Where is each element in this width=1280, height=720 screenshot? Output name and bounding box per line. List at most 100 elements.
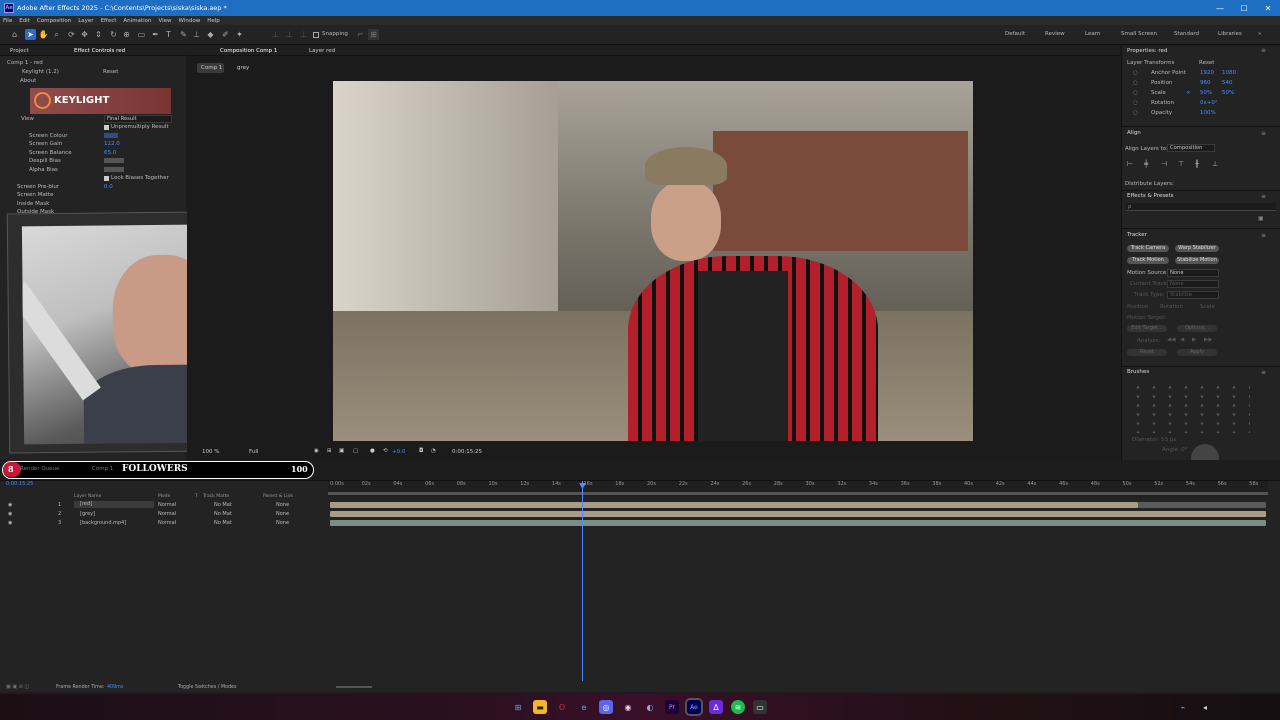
premiere-icon[interactable]: Pr xyxy=(665,700,679,714)
anchor-point-stopwatch-icon[interactable]: ◌ xyxy=(1133,70,1138,76)
visibility-eye-icon[interactable]: ◉ xyxy=(8,520,12,526)
workspace-small-screen[interactable]: Small Screen xyxy=(1121,31,1157,37)
region-icon[interactable]: ▢ xyxy=(353,448,358,454)
composition-frame[interactable] xyxy=(333,81,973,441)
track-type-dropdown[interactable]: Stabilize xyxy=(1167,291,1219,299)
workspace-libraries[interactable]: Libraries xyxy=(1218,31,1242,37)
align-left-icon[interactable]: ⊢ xyxy=(1127,160,1133,168)
menu-file[interactable]: File xyxy=(3,18,12,24)
analyze-forward-icon[interactable]: ▶▶ xyxy=(1204,337,1212,343)
screen-preblur-value[interactable]: 0.0 xyxy=(104,184,113,190)
view-axis-icon[interactable]: ⊥ xyxy=(298,29,309,40)
exposure-value[interactable]: +0.0 xyxy=(392,449,405,455)
tray-volume-icon[interactable]: ◂ xyxy=(1198,700,1212,714)
rectangle-tool-icon[interactable]: ▭ xyxy=(136,29,147,40)
menu-layer[interactable]: Layer xyxy=(78,18,93,24)
rotation-checkbox[interactable]: Rotation xyxy=(1160,304,1183,310)
menu-effect[interactable]: Effect xyxy=(101,18,117,24)
warp-stabilizer-button[interactable]: Warp Stabilizer xyxy=(1175,245,1219,252)
transforms-reset-link[interactable]: Reset xyxy=(1199,60,1214,66)
visibility-eye-icon[interactable]: ◉ xyxy=(8,511,12,517)
opacity-stopwatch-icon[interactable]: ◌ xyxy=(1133,110,1138,116)
position-stopwatch-icon[interactable]: ◌ xyxy=(1133,80,1138,86)
terminal-icon[interactable]: ▭ xyxy=(753,700,767,714)
clone-stamp-icon[interactable]: ⊥ xyxy=(191,29,202,40)
effect-name[interactable]: Keylight (1.2) xyxy=(22,69,59,75)
panel-menu-icon[interactable]: ≡ xyxy=(1261,369,1266,376)
about-group[interactable]: About xyxy=(20,78,36,84)
motion-source-dropdown[interactable]: None xyxy=(1167,269,1219,277)
work-area-bar[interactable] xyxy=(328,492,1268,495)
workspace-learn[interactable]: Learn xyxy=(1085,31,1100,37)
align-top-icon[interactable]: ⊤ xyxy=(1178,160,1184,168)
spotify-icon[interactable]: ≋ xyxy=(731,700,745,714)
snap-option-icon[interactable]: ⌐ xyxy=(355,29,366,40)
layer-mode[interactable]: Normal xyxy=(158,520,176,526)
tab-effect-controls[interactable]: Effect Controls red xyxy=(74,48,125,54)
tracker-reset-button[interactable]: Reset xyxy=(1127,349,1167,356)
minimize-button[interactable]: — xyxy=(1208,0,1232,16)
show-snapshot-icon[interactable]: ◔ xyxy=(431,448,436,454)
layer-mode[interactable]: Normal xyxy=(158,502,176,508)
align-bottom-icon[interactable]: ⊥ xyxy=(1212,160,1218,168)
rotation-tool-icon[interactable]: ↻ xyxy=(108,29,119,40)
timeline-timecode[interactable]: 0:00:15:25 xyxy=(6,481,33,487)
resolution-dropdown[interactable]: Full xyxy=(249,449,258,455)
brush-presets-grid[interactable] xyxy=(1130,383,1250,433)
screen-colour-swatch[interactable] xyxy=(104,133,118,138)
tab-project[interactable]: Project xyxy=(10,48,29,54)
layer-bar-red-tail[interactable] xyxy=(1138,502,1266,508)
panel-menu-icon[interactable]: ≡ xyxy=(1261,130,1266,137)
tracker-apply-button[interactable]: Apply xyxy=(1177,349,1217,356)
camera-icon[interactable]: ◘ xyxy=(419,448,423,454)
brush-tool-icon[interactable]: ✎ xyxy=(178,29,189,40)
pen-tool-icon[interactable]: ✒ xyxy=(150,29,161,40)
menu-animation[interactable]: Animation xyxy=(123,18,151,24)
position-y[interactable]: 540 xyxy=(1222,80,1233,86)
layer-track-matte[interactable]: No Mat xyxy=(214,511,232,517)
breadcrumb-grey[interactable]: grey xyxy=(237,65,249,71)
mask-visibility-icon[interactable]: ▣ xyxy=(339,448,344,454)
screen-matte-group[interactable]: Screen Matte xyxy=(17,192,53,198)
align-axis-icon[interactable]: ⊥ xyxy=(270,29,281,40)
layer-mode[interactable]: Normal xyxy=(158,511,176,517)
windows-icon[interactable]: ⊞ xyxy=(511,700,525,714)
playhead[interactable] xyxy=(582,481,583,681)
layer-track-matte[interactable]: No Mat xyxy=(214,520,232,526)
layer-name[interactable]: [red] xyxy=(74,501,154,508)
analyze-forward-frame-icon[interactable]: ▶ xyxy=(1192,337,1196,343)
layer-bar-background[interactable] xyxy=(330,520,1266,526)
alpha-bias-swatch[interactable] xyxy=(104,167,124,172)
scale-checkbox[interactable]: Scale xyxy=(1200,304,1215,310)
position-checkbox[interactable]: Position xyxy=(1127,304,1148,310)
tab-layer[interactable]: Layer red xyxy=(309,48,335,54)
toggle-switches-button[interactable]: Toggle Switches / Modes xyxy=(178,685,237,690)
layer-bar-grey[interactable] xyxy=(330,511,1266,517)
scale-y[interactable]: 50% xyxy=(1222,90,1234,96)
timeline-zoom-slider[interactable] xyxy=(336,686,372,688)
scale-link-icon[interactable]: ∞ xyxy=(1186,90,1191,96)
panel-menu-icon[interactable]: ≡ xyxy=(1261,232,1266,239)
inside-mask-group[interactable]: Inside Mask xyxy=(17,201,49,207)
snapping-checkbox[interactable] xyxy=(313,32,319,38)
opacity-value[interactable]: 100% xyxy=(1200,110,1216,116)
menu-help[interactable]: Help xyxy=(207,18,220,24)
zoom-dropdown[interactable]: 100 % xyxy=(202,449,219,455)
options-button[interactable]: Options... xyxy=(1177,325,1217,332)
panel-menu-icon[interactable]: ≡ xyxy=(1261,193,1266,200)
world-axis-icon[interactable]: ⊥ xyxy=(284,29,295,40)
screen-balance-value[interactable]: 65.0 xyxy=(104,150,116,156)
layer-transforms-label[interactable]: Layer Transforms xyxy=(1127,60,1174,66)
chrome-icon[interactable]: ◉ xyxy=(621,700,635,714)
footer-render-icon[interactable]: ▣ ▣ ⊘ ◫ xyxy=(6,684,29,690)
view-dropdown[interactable]: Final Result xyxy=(104,115,172,123)
layer-parent[interactable]: None xyxy=(276,502,289,508)
workspace-menu-icon[interactable]: » xyxy=(1258,31,1261,37)
lock-biases-checkbox[interactable] xyxy=(104,176,109,181)
orbit-camera-icon[interactable]: ⟳ xyxy=(66,29,77,40)
rotation-value[interactable]: 0x+0° xyxy=(1200,100,1218,106)
hand-tool-icon[interactable]: ✋ xyxy=(38,29,49,40)
dolly-camera-icon[interactable]: ⇕ xyxy=(93,29,104,40)
breadcrumb-comp1[interactable]: Comp 1 xyxy=(197,63,224,73)
current-track-dropdown[interactable]: None xyxy=(1167,280,1219,288)
